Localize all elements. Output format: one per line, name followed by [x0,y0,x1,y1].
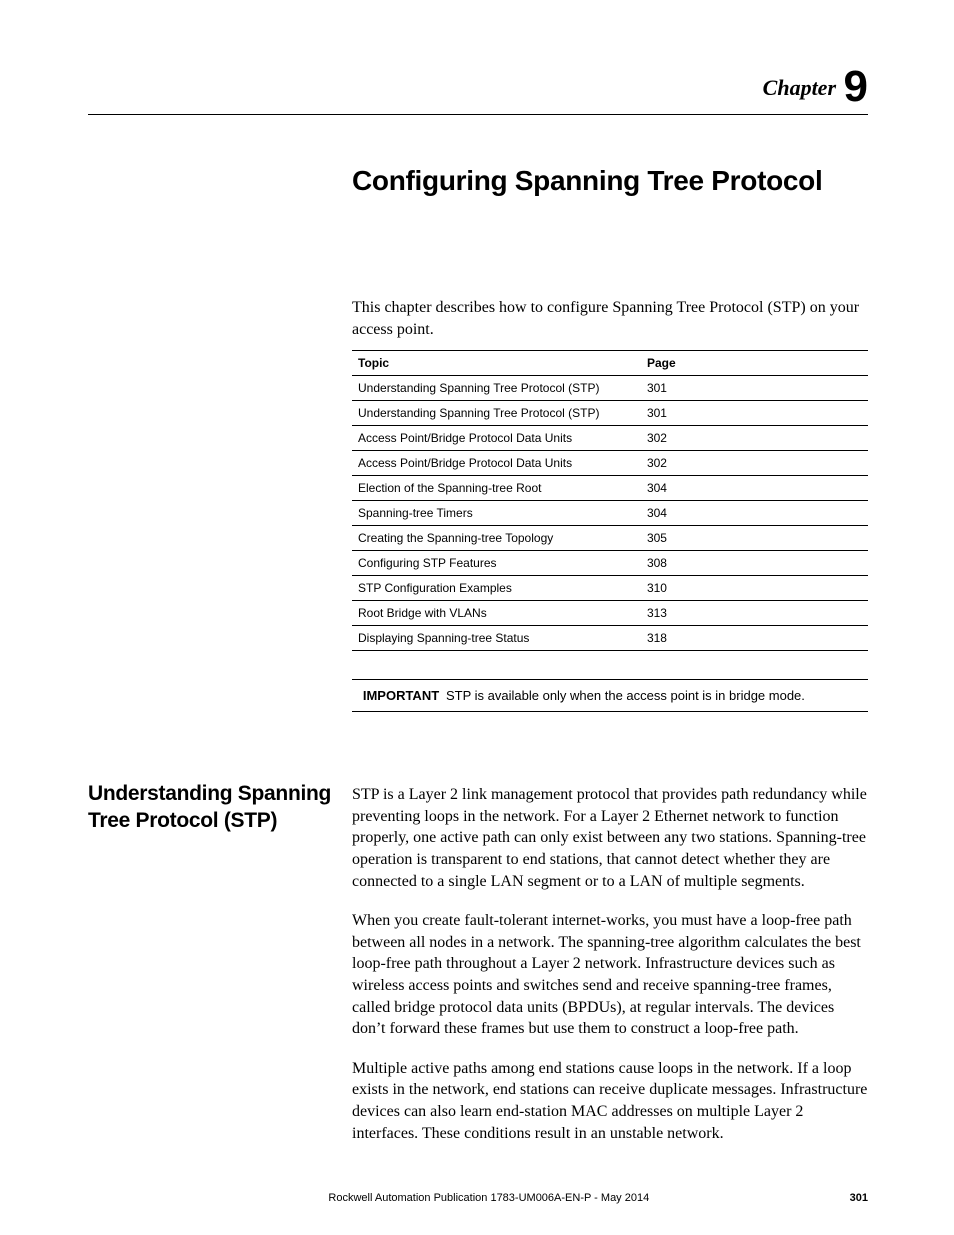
topics-table: Topic Page Understanding Spanning Tree P… [352,350,868,651]
topic-cell: Creating the Spanning-tree Topology [352,526,641,551]
body-paragraph: STP is a Layer 2 link management protoco… [352,784,868,892]
col-page: Page [641,351,868,376]
body-paragraph: Multiple active paths among end stations… [352,1058,868,1144]
topic-cell: Displaying Spanning-tree Status [352,626,641,651]
table-row: Configuring STP Features308 [352,551,868,576]
page-cell: 302 [641,426,868,451]
topic-cell: Root Bridge with VLANs [352,601,641,626]
chapter-word: Chapter [763,75,836,100]
section-body: STP is a Layer 2 link management protoco… [352,784,868,1162]
publication-line: Rockwell Automation Publication 1783-UM0… [128,1192,850,1204]
table-row: Root Bridge with VLANs313 [352,601,868,626]
topic-cell: Configuring STP Features [352,551,641,576]
page-cell: 308 [641,551,868,576]
topic-cell: Understanding Spanning Tree Protocol (ST… [352,401,641,426]
important-text: STP is available only when the access po… [446,688,864,703]
table-row: Access Point/Bridge Protocol Data Units3… [352,426,868,451]
table-header-row: Topic Page [352,351,868,376]
page-title: Configuring Spanning Tree Protocol [352,165,868,197]
page-content: Chapter 9 Configuring Spanning Tree Prot… [88,62,868,1162]
header-rule [88,114,868,115]
page-cell: 305 [641,526,868,551]
table-row: Election of the Spanning-tree Root304 [352,476,868,501]
table-row: Spanning-tree Timers304 [352,501,868,526]
table-row: STP Configuration Examples310 [352,576,868,601]
page-cell: 304 [641,501,868,526]
important-callout: IMPORTANT STP is available only when the… [352,679,868,712]
table-row: Displaying Spanning-tree Status318 [352,626,868,651]
page-cell: 301 [641,401,868,426]
page-cell: 318 [641,626,868,651]
page-cell: 304 [641,476,868,501]
section-row: Understanding Spanning Tree Protocol (ST… [88,784,868,1162]
section-heading: Understanding Spanning Tree Protocol (ST… [88,780,352,1162]
page-number: 301 [850,1192,868,1204]
page-cell: 310 [641,576,868,601]
page-cell: 313 [641,601,868,626]
topic-cell: Spanning-tree Timers [352,501,641,526]
body-paragraph: When you create fault-tolerant internet-… [352,910,868,1040]
important-label: IMPORTANT [356,688,446,703]
intro-paragraph: This chapter describes how to configure … [352,297,868,340]
page-cell: 301 [641,376,868,401]
topic-cell: Understanding Spanning Tree Protocol (ST… [352,376,641,401]
intro-column: This chapter describes how to configure … [352,297,868,712]
topic-cell: STP Configuration Examples [352,576,641,601]
table-row: Understanding Spanning Tree Protocol (ST… [352,401,868,426]
col-topic: Topic [352,351,641,376]
chapter-number: 9 [844,62,868,111]
table-row: Access Point/Bridge Protocol Data Units3… [352,451,868,476]
table-row: Creating the Spanning-tree Topology305 [352,526,868,551]
table-row: Understanding Spanning Tree Protocol (ST… [352,376,868,401]
chapter-marker: Chapter 9 [88,62,868,112]
topic-cell: Access Point/Bridge Protocol Data Units [352,451,641,476]
page-cell: 302 [641,451,868,476]
topic-cell: Access Point/Bridge Protocol Data Units [352,426,641,451]
page-footer: Rockwell Automation Publication 1783-UM0… [88,1192,868,1204]
topic-cell: Election of the Spanning-tree Root [352,476,641,501]
